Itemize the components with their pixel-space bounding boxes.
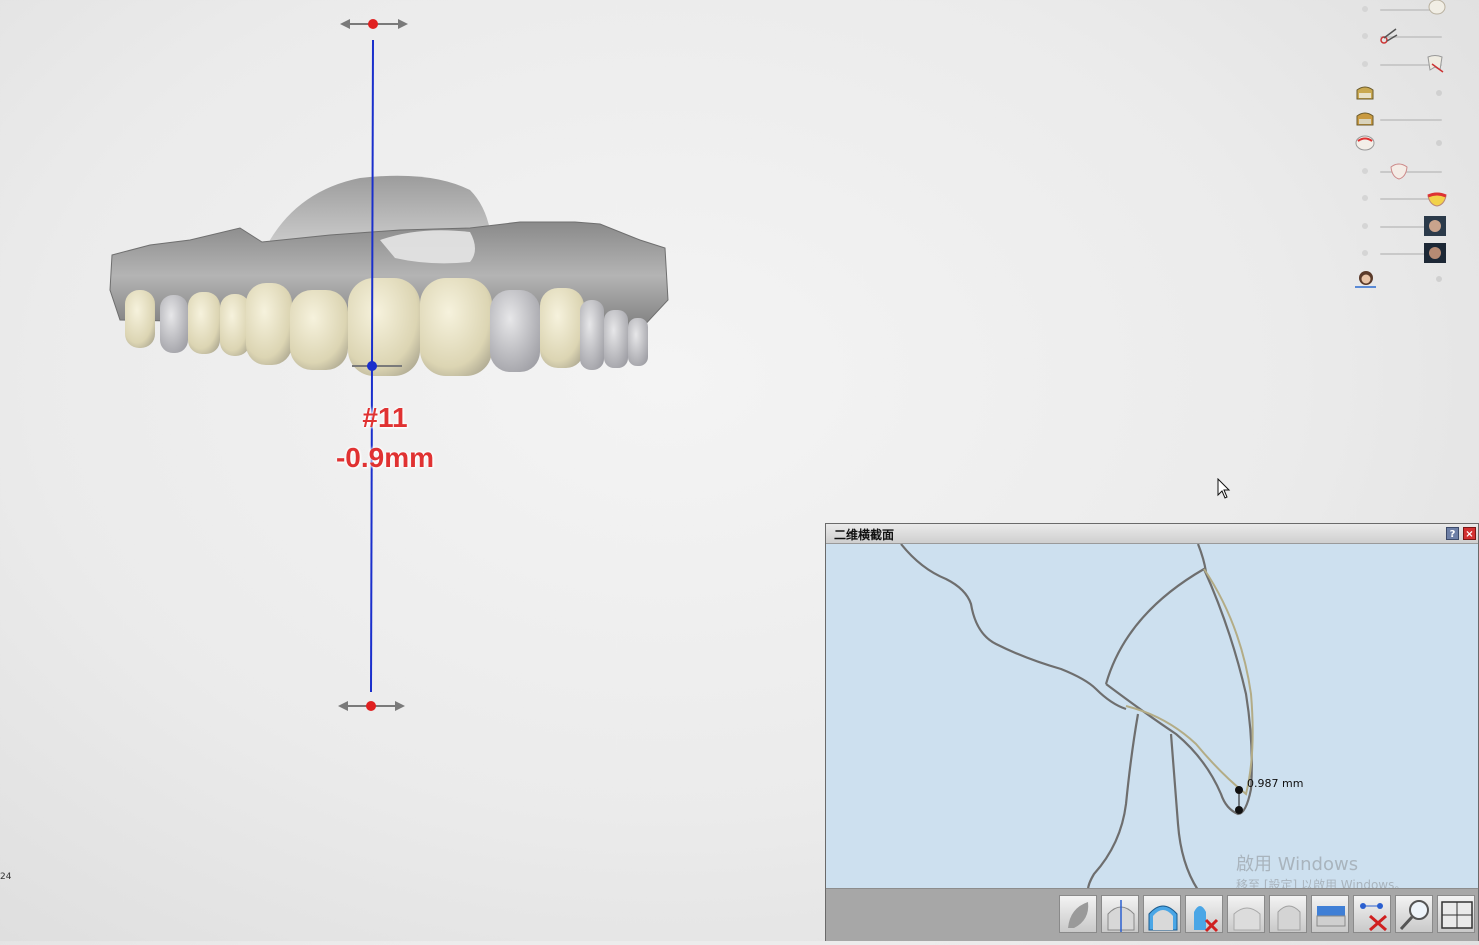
grid-tool[interactable] [1437, 895, 1475, 933]
magnifier-icon [1399, 900, 1429, 931]
gum-arch-icon [1355, 135, 1375, 151]
section-shape-icon [1068, 902, 1089, 928]
layer-row[interactable] [1350, 216, 1460, 237]
delete-measure-tool[interactable] [1353, 895, 1391, 933]
gum-tooth-icon [1427, 192, 1447, 207]
cross-section-canvas[interactable] [826, 544, 1478, 890]
visibility-dot[interactable] [1362, 195, 1368, 201]
measurement-label: 0.987 mm [1247, 777, 1304, 790]
section-shape-tool[interactable] [1059, 895, 1097, 933]
dialog-titlebar[interactable]: 二维横截面 ? × [826, 524, 1478, 544]
tooth-view-2-icon [1277, 905, 1301, 931]
layer-row[interactable] [1350, 84, 1460, 104]
layer-row[interactable] [1350, 0, 1460, 20]
layer-row[interactable] [1350, 110, 1460, 130]
section-contours [900, 544, 1253, 890]
split-tooth-icon [1107, 900, 1135, 932]
mouse-cursor-icon [1217, 478, 1231, 499]
delete-tooth-tool[interactable] [1185, 895, 1223, 933]
teeth [125, 278, 648, 376]
visibility-dot[interactable] [1362, 223, 1368, 229]
face-photo-icon [1424, 216, 1446, 236]
delete-measure-icon [1360, 903, 1387, 932]
text-label-tool[interactable] [1311, 895, 1349, 933]
cross-section-toolbar [826, 888, 1478, 941]
face-photo-2-icon [1424, 243, 1446, 263]
tooth-shell-icon [1390, 163, 1408, 180]
alt-contour [1125, 568, 1254, 796]
corner-number: 24 [0, 872, 12, 882]
magnifier-tool[interactable] [1395, 895, 1433, 933]
layer-row[interactable] [1350, 162, 1460, 182]
opacity-slider[interactable] [1380, 119, 1442, 121]
dental-arch-model[interactable] [109, 175, 669, 376]
tooth-outline-icon [1148, 905, 1178, 931]
offset-value-label: -0.9mm [335, 442, 435, 473]
activation-watermark: 啟用 Windows [1236, 854, 1359, 875]
visibility-dot[interactable] [1362, 6, 1368, 12]
visibility-dot[interactable] [1362, 168, 1368, 174]
measurement-axis[interactable] [338, 19, 408, 711]
cross-section-dialog[interactable]: 二维横截面 ? × 0.987 mm 啟用 Windows 移至 [設定] 以啟… [825, 523, 1479, 941]
text-label-icon [1316, 906, 1346, 927]
visibility-dot[interactable] [1436, 90, 1442, 96]
crown-model-2-icon [1356, 112, 1374, 126]
tooth-icon [1428, 0, 1446, 15]
top-axis-handle[interactable] [340, 19, 408, 29]
close-button[interactable]: × [1463, 527, 1476, 540]
delete-tooth-icon [1194, 906, 1219, 933]
scissors-icon [1380, 28, 1398, 44]
tooth-outline-tool[interactable] [1143, 895, 1181, 933]
split-tooth-tool[interactable] [1101, 895, 1139, 933]
avatar-icon [1355, 271, 1376, 288]
layer-row[interactable] [1350, 189, 1460, 209]
measurement-markers[interactable] [1235, 786, 1243, 814]
layer-visibility-panel [1350, 0, 1460, 300]
tooth-number-label: #11 [362, 402, 408, 433]
layer-row[interactable] [1350, 55, 1460, 75]
visibility-dot[interactable] [1362, 61, 1368, 67]
help-button[interactable]: ? [1446, 527, 1459, 540]
layer-row[interactable] [1350, 270, 1460, 290]
layer-row[interactable] [1350, 243, 1460, 264]
tooth-view-icon [1233, 907, 1261, 931]
visibility-dot[interactable] [1362, 33, 1368, 39]
dialog-title: 二维横截面 [834, 528, 895, 542]
tooth-view-tool[interactable] [1227, 895, 1265, 933]
tooth-view-2-tool[interactable] [1269, 895, 1307, 933]
bottom-axis-handle[interactable] [338, 701, 405, 711]
visibility-dot[interactable] [1436, 276, 1442, 282]
visibility-dot[interactable] [1436, 140, 1442, 146]
layer-row[interactable] [1350, 134, 1460, 154]
grid-icon [1441, 901, 1473, 929]
crown-model-icon [1356, 86, 1374, 100]
layer-row[interactable] [1350, 27, 1460, 47]
visibility-dot[interactable] [1362, 250, 1368, 256]
cut-tooth-icon [1427, 55, 1444, 73]
